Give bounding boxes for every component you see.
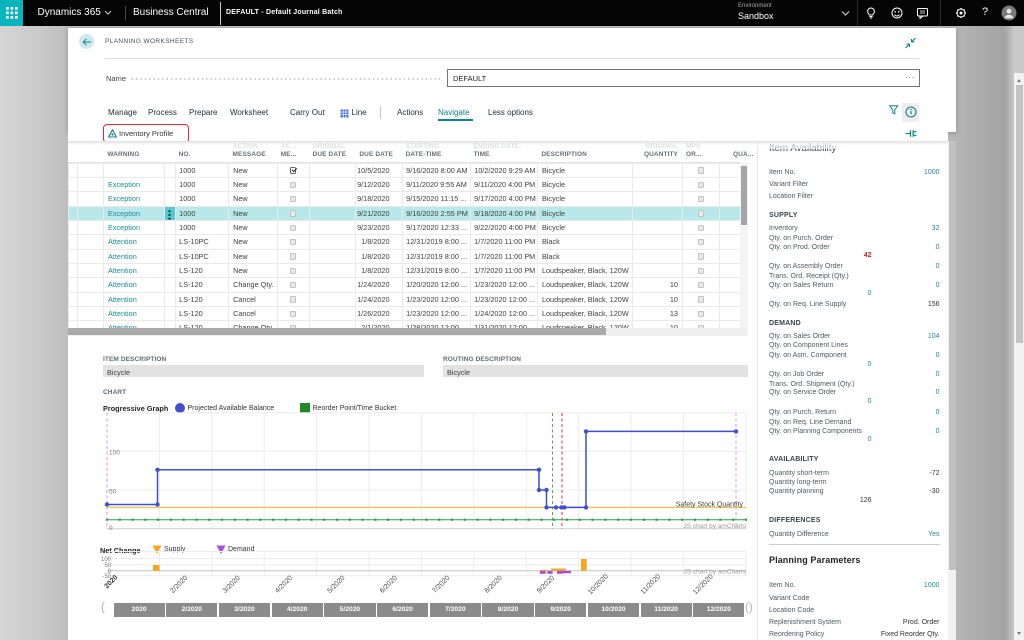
svg-text:JS chart by amCharts: JS chart by amCharts [684, 569, 747, 576]
svg-text:2/2020: 2/2020 [169, 575, 189, 595]
svg-text:10/2020: 10/2020 [587, 573, 610, 596]
svg-text:3/2020: 3/2020 [222, 575, 242, 595]
svg-text:6/2020: 6/2020 [379, 575, 399, 595]
svg-text:Safety Stock Quantity: Safety Stock Quantity [676, 502, 744, 509]
svg-text:JS chart by amCharts: JS chart by amCharts [684, 523, 747, 530]
svg-text:8/2020: 8/2020 [484, 575, 504, 595]
svg-text:0: 0 [109, 525, 113, 532]
svg-text:100: 100 [101, 557, 112, 563]
svg-text:50: 50 [109, 488, 117, 495]
svg-text:7/2020: 7/2020 [431, 575, 451, 595]
svg-text:11/2020: 11/2020 [640, 573, 663, 596]
svg-text:12/2020: 12/2020 [692, 573, 715, 596]
svg-text:9/2020: 9/2020 [536, 575, 556, 595]
svg-text:100: 100 [109, 450, 120, 457]
svg-text:4/2020: 4/2020 [274, 575, 294, 595]
svg-text:5/2020: 5/2020 [326, 575, 346, 595]
